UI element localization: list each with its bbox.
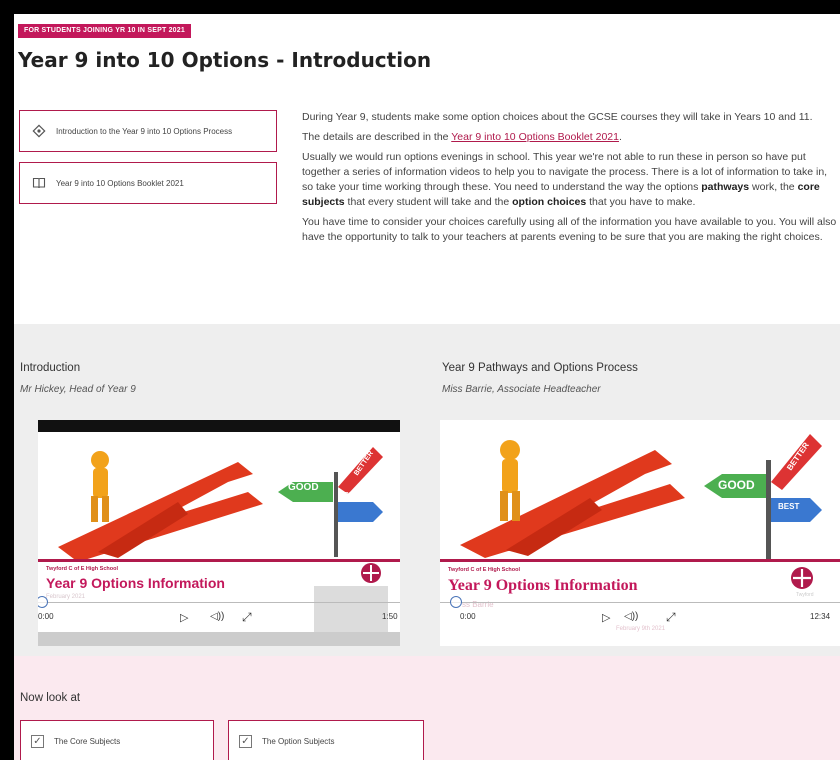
video-1-title: Year 9 Options Information — [46, 575, 225, 591]
play-icon[interactable]: ▷ — [602, 611, 610, 624]
video-2-thumbnail — [460, 434, 822, 560]
page-title: Year 9 into 10 Options - Introduction — [18, 48, 432, 72]
p3-c: work, the — [749, 181, 798, 193]
video-1-heading: Introduction — [20, 362, 81, 374]
video-1-time-total: 1:50 — [382, 612, 398, 621]
video-2-progress-track[interactable] — [440, 602, 840, 603]
video-1-time-current: 0:00 — [38, 612, 54, 621]
intro-paragraph-4: You have time to consider your choices c… — [302, 216, 837, 243]
option-subjects-label: The Option Subjects — [262, 737, 335, 746]
intro-p2-post: . — [618, 131, 622, 143]
volume-icon[interactable]: ◁)) — [624, 611, 638, 622]
video-1-letterbox — [38, 420, 400, 432]
p3-g: that you have to make. — [586, 196, 696, 208]
checkbox-icon: ✓ — [31, 735, 44, 748]
video-section: Introduction Mr Hickey, Head of Year 9 G… — [14, 324, 840, 656]
video-2-sign-good: GOOD — [718, 478, 755, 492]
video-2-school: Twyford C of E High School — [448, 567, 521, 573]
nav-booklet-button[interactable]: Year 9 into 10 Options Booklet 2021 — [19, 162, 277, 204]
now-look-at-section: Now look at ✓ The Core Subjects ✓ The Op… — [14, 656, 840, 760]
p3-e: that every student will take and the — [344, 196, 513, 208]
video-1-overlay-date: February 2021 — [46, 594, 86, 600]
video-2-sign-best: BEST — [778, 502, 800, 511]
intro-text: During Year 9, students make some option… — [302, 110, 840, 250]
booklet-link[interactable]: Year 9 into 10 Options Booklet 2021 — [451, 131, 619, 143]
nav-introduction-label: Introduction to the Year 9 into 10 Optio… — [56, 126, 233, 136]
audience-tag: FOR STUDENTS JOINING YR 10 IN SEPT 2021 — [18, 24, 191, 38]
intro-paragraph-2: The details are described in the Year 9 … — [302, 130, 840, 145]
video-2-time-current: 0:00 — [460, 612, 476, 621]
now-look-at-label: Now look at — [20, 692, 81, 704]
checkbox-icon: ✓ — [239, 735, 252, 748]
school-crest-icon — [791, 567, 813, 589]
video-1-presenter: Mr Hickey, Head of Year 9 — [20, 384, 136, 395]
video-1-red-line — [38, 559, 400, 562]
video-1-sign-good: GOOD — [288, 482, 319, 493]
video-2-title: Year 9 Options Information — [448, 577, 638, 594]
nav-booklet-label: Year 9 into 10 Options Booklet 2021 — [56, 178, 184, 188]
video-1-progress-track[interactable] — [38, 602, 400, 603]
play-icon[interactable]: ▷ — [180, 611, 188, 624]
volume-icon[interactable]: ◁)) — [210, 611, 224, 622]
video-1-school: Twyford C of E High School — [46, 566, 119, 572]
book-icon — [32, 176, 46, 190]
video-2-player[interactable]: GOOD BEST BETTER Twyford C of E High Sch… — [440, 420, 840, 646]
video-1-sign-best: BEST — [344, 492, 363, 499]
video-1-bottom-bar — [38, 632, 400, 646]
core-subjects-label: The Core Subjects — [54, 737, 121, 746]
fullscreen-icon[interactable]: ⤢ — [242, 610, 252, 625]
video-2-heading: Year 9 Pathways and Options Process — [442, 362, 638, 374]
school-crest-icon — [361, 563, 381, 583]
video-2-overlay-school: Twyford — [796, 592, 814, 598]
intro-paragraph-1: During Year 9, students make some option… — [302, 111, 813, 123]
page-frame: FOR STUDENTS JOINING YR 10 IN SEPT 2021 … — [14, 14, 840, 760]
p3-pathways: pathways — [701, 181, 750, 193]
option-subjects-button[interactable]: ✓ The Option Subjects — [228, 720, 424, 760]
fullscreen-icon[interactable]: ⤢ — [666, 610, 676, 625]
p3-option-choices: option choices — [512, 196, 587, 208]
video-1-thumbnail — [58, 447, 383, 562]
video-2-time-total: 12:34 — [810, 612, 831, 621]
video-1-progress-knob[interactable] — [38, 596, 48, 608]
nav-introduction-button[interactable]: Introduction to the Year 9 into 10 Optio… — [19, 110, 277, 152]
video-2-progress-knob[interactable] — [450, 596, 462, 608]
video-2-presenter: Miss Barrie, Associate Headteacher — [442, 384, 601, 395]
move-icon — [32, 124, 46, 138]
intro-paragraph-3: Usually we would run options evenings in… — [302, 150, 840, 210]
intro-p2-pre: The details are described in the — [302, 131, 452, 143]
video-2-red-line — [440, 559, 840, 562]
video-1-player[interactable]: GOOD BEST BETTER Twyford C of E High Sch… — [38, 420, 400, 646]
presenter-webcam-thumbnail — [314, 586, 388, 632]
video-2-overlay-date: February 9th 2021 — [616, 626, 666, 632]
core-subjects-button[interactable]: ✓ The Core Subjects — [20, 720, 214, 760]
